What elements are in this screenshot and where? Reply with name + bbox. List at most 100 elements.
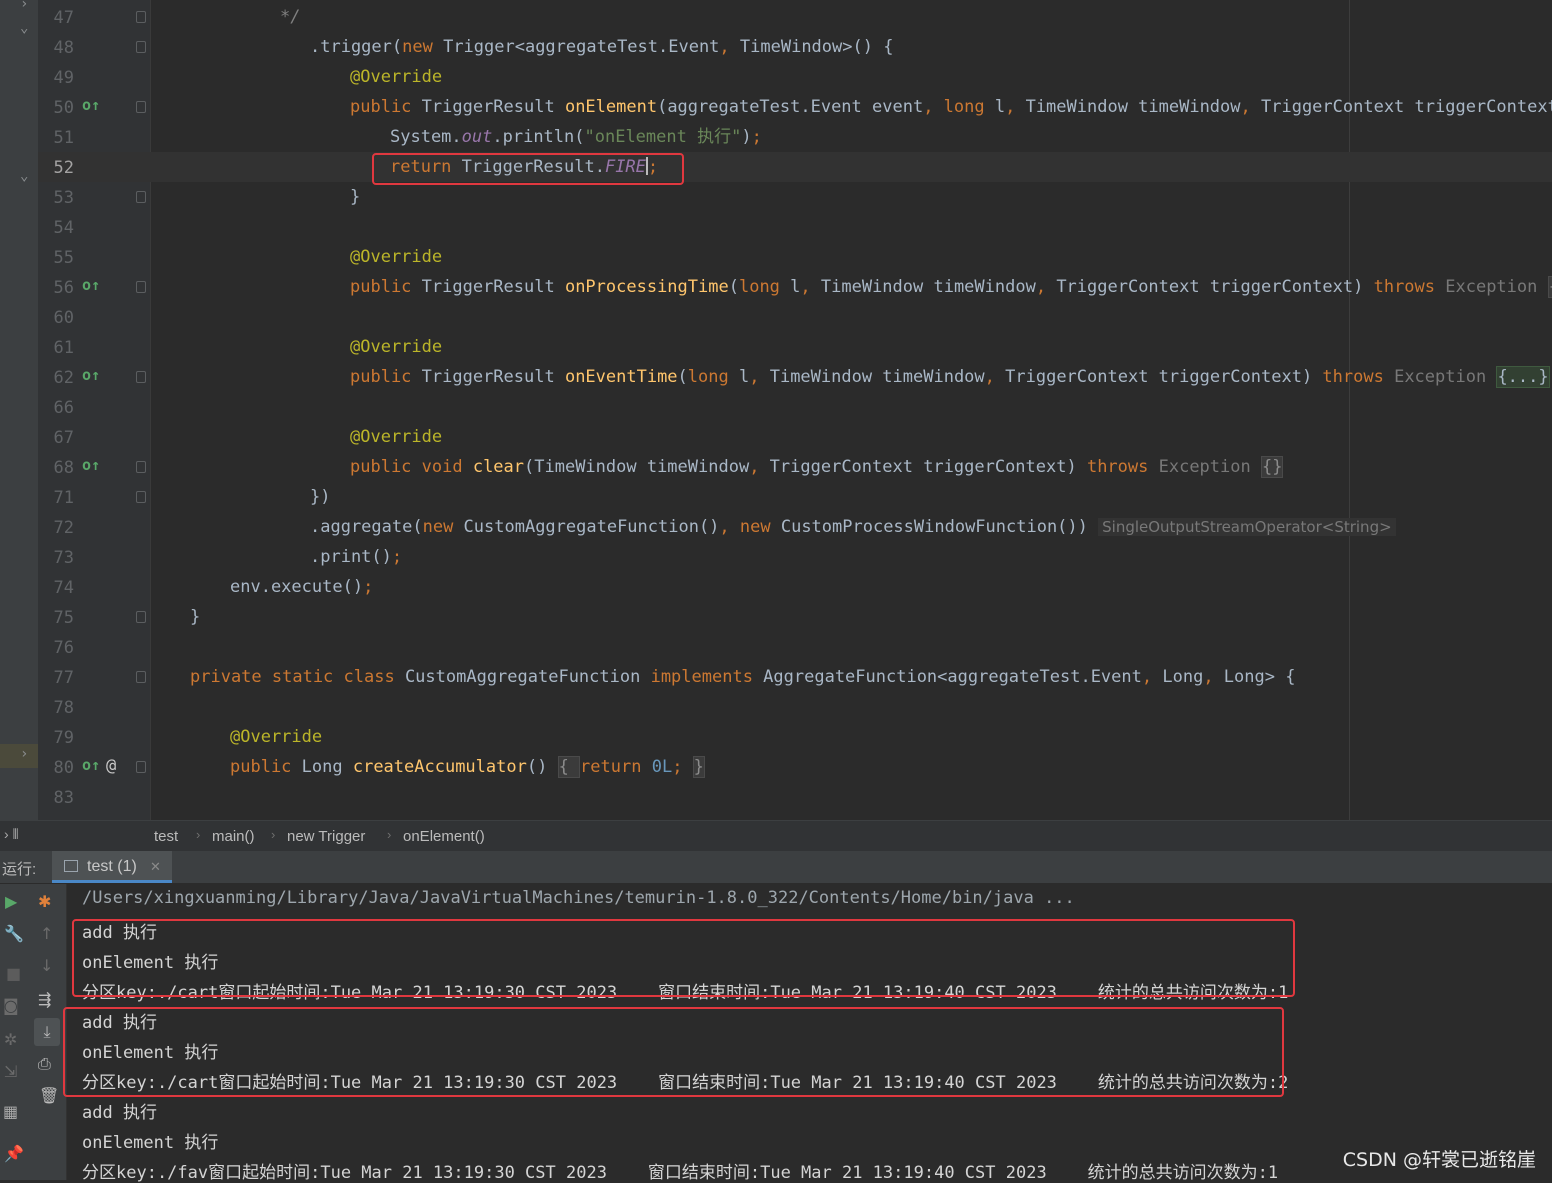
fold-marker-icon[interactable] <box>136 371 146 383</box>
override-method-icon[interactable]: o↑ <box>82 756 100 774</box>
breadcrumb-item-test[interactable]: test <box>154 828 178 845</box>
code-token: , <box>1035 277 1057 297</box>
code-token: SingleOutputStreamOperator<String> <box>1098 518 1396 536</box>
fold-marker-icon[interactable] <box>136 41 146 53</box>
code-line[interactable]: 62 o↑ public TriggerResult onEventTime(lon… <box>38 362 1552 392</box>
code-text: System.out.println("onElement 执行"); <box>390 127 762 147</box>
debug-icon[interactable]: ✲ <box>4 1030 17 1049</box>
breadcrumb-item-main[interactable]: main() <box>212 828 255 845</box>
breadcrumb-separator-icon: › <box>196 827 201 842</box>
exit-icon[interactable]: ⇲ <box>4 1062 17 1081</box>
code-line[interactable]: 72 .aggregate(new CustomAggregateFunction… <box>38 512 1552 542</box>
run-tab-test[interactable]: test (1) ✕ <box>52 851 172 883</box>
fold-marker-icon[interactable] <box>136 101 146 113</box>
fold-marker-icon[interactable] <box>136 491 146 503</box>
line-number: 61 <box>53 338 74 358</box>
fold-marker-icon[interactable] <box>136 671 146 683</box>
code-token: , <box>1240 97 1261 117</box>
console-line: onElement 执行 <box>82 1133 219 1153</box>
fold-marker-icon[interactable] <box>136 11 146 23</box>
camera-icon[interactable]: ◙ <box>3 996 19 1015</box>
console-output[interactable]: /Users/xingxuanming/Library/Java/JavaVir… <box>63 884 1552 1183</box>
stop-icon[interactable]: ■ <box>6 964 21 983</box>
override-method-icon[interactable]: o↑ <box>82 366 100 384</box>
code-line[interactable]: 55 @Override <box>38 242 1552 272</box>
code-token: ; <box>391 547 403 567</box>
code-token: {...} <box>1496 366 1550 388</box>
fold-marker-icon[interactable] <box>136 761 146 773</box>
code-line[interactable]: 76 <box>38 632 1552 662</box>
override-method-icon[interactable]: o↑ <box>82 96 100 114</box>
code-line[interactable]: 75} <box>38 602 1552 632</box>
code-line[interactable]: 83 <box>38 782 1552 812</box>
soft-wrap-icon[interactable]: ⇶ <box>38 990 51 1009</box>
chevron-down-icon[interactable]: ⌄ <box>20 20 28 36</box>
code-token: .trigger( <box>310 37 403 57</box>
breadcrumb-item-onelement[interactable]: onElement() <box>403 828 485 845</box>
code-token: throws <box>1322 367 1395 387</box>
code-token: @Override <box>230 727 323 747</box>
debug-run-icon[interactable]: ✱ <box>38 892 51 911</box>
code-line[interactable]: 67 @Override <box>38 422 1552 452</box>
code-line[interactable]: 61 @Override <box>38 332 1552 362</box>
layout-icon[interactable]: ▦ <box>3 1102 18 1121</box>
code-line[interactable]: 50 o↑ public TriggerResult onElement(aggre… <box>38 92 1552 122</box>
fold-marker-icon[interactable] <box>136 611 146 623</box>
code-text: @Override <box>230 727 322 747</box>
breadcrumb-separator-icon: › <box>387 827 392 842</box>
line-number: 56 <box>53 278 74 298</box>
code-line[interactable]: 78 <box>38 692 1552 722</box>
code-line[interactable]: 79 @Override <box>38 722 1552 752</box>
code-token: TriggerContext triggerContext) <box>769 457 1087 477</box>
pin-icon[interactable]: 📌 <box>4 1144 24 1163</box>
code-text: public TriggerResult onProcessingTime(lo… <box>350 276 1552 298</box>
chevron-right-icon[interactable]: › <box>20 746 28 762</box>
code-line[interactable]: 54 <box>38 212 1552 242</box>
code-line[interactable]: 48 .trigger(new Trigger<aggregateTest.Eve… <box>38 32 1552 62</box>
code-line[interactable]: 74 env.execute(); <box>38 572 1552 602</box>
code-line[interactable]: 80 o↑ @ public Long createAccumulator() { r… <box>38 752 1552 782</box>
code-line[interactable]: 77 private static class CustomAggregateFu… <box>38 662 1552 692</box>
breadcrumb-separator-icon: › <box>271 827 276 842</box>
code-line[interactable]: 49 @Override <box>38 62 1552 92</box>
code-line[interactable]: 53} <box>38 182 1552 212</box>
code-text: public TriggerResult onEventTime(long l,… <box>350 366 1550 388</box>
fold-marker-icon[interactable] <box>136 281 146 293</box>
close-icon[interactable]: ✕ <box>150 859 161 875</box>
code-line[interactable]: 47 */ <box>38 2 1552 32</box>
code-token: long <box>687 367 739 387</box>
code-line[interactable]: 73 .print(); <box>38 542 1552 572</box>
fold-marker-icon[interactable] <box>136 191 146 203</box>
code-token: 0L <box>651 757 673 777</box>
scroll-to-end-icon[interactable]: ⤓ <box>34 1018 60 1046</box>
rerun-icon[interactable]: ▶ <box>5 892 17 911</box>
override-method-icon[interactable]: o↑ <box>82 456 100 474</box>
trash-icon[interactable]: 🗑 <box>39 1086 59 1105</box>
structure-toggle-icon[interactable]: › ⦀ <box>4 826 19 843</box>
print-icon[interactable]: ⎙ <box>38 1054 51 1074</box>
code-line[interactable]: 68 o↑ public void clear(TimeWindow timeWin… <box>38 452 1552 482</box>
chevron-right-icon[interactable]: › <box>20 0 28 12</box>
code-line[interactable]: 56 o↑ public TriggerResult onProcessingTim… <box>38 272 1552 302</box>
code-token: TimeWindow timeWindow <box>1025 97 1241 117</box>
code-token: @Override <box>350 247 443 267</box>
up-arrow-icon[interactable]: ↑ <box>40 924 53 943</box>
line-number: 48 <box>53 38 74 58</box>
code-line[interactable]: 71}) <box>38 482 1552 512</box>
code-editor[interactable]: › ⌄ ⌄ › 47 */48 .trigger(new Trigger<aggre… <box>0 0 1552 820</box>
fold-marker-icon[interactable] <box>136 461 146 473</box>
breadcrumb-item-new-trigger[interactable]: new Trigger <box>287 828 365 845</box>
line-number: 71 <box>53 488 74 508</box>
code-line[interactable]: 51 System.out.println("onElement 执行"); <box>38 122 1552 152</box>
code-line[interactable]: 60 <box>38 302 1552 332</box>
code-line[interactable]: 66 <box>38 392 1552 422</box>
code-token: ( <box>728 277 739 297</box>
line-number: 66 <box>53 398 74 418</box>
override-method-icon[interactable]: o↑ <box>82 276 100 294</box>
code-line[interactable]: 52 return TriggerResult.FIRE; <box>38 152 1552 182</box>
code-token: (aggregateTest.Event event <box>657 97 924 117</box>
annotation-icon[interactable]: @ <box>106 756 116 776</box>
chevron-down-icon[interactable]: ⌄ <box>20 168 28 184</box>
down-arrow-icon[interactable]: ↓ <box>40 956 53 975</box>
wrench-icon[interactable]: 🔧 <box>4 924 24 943</box>
